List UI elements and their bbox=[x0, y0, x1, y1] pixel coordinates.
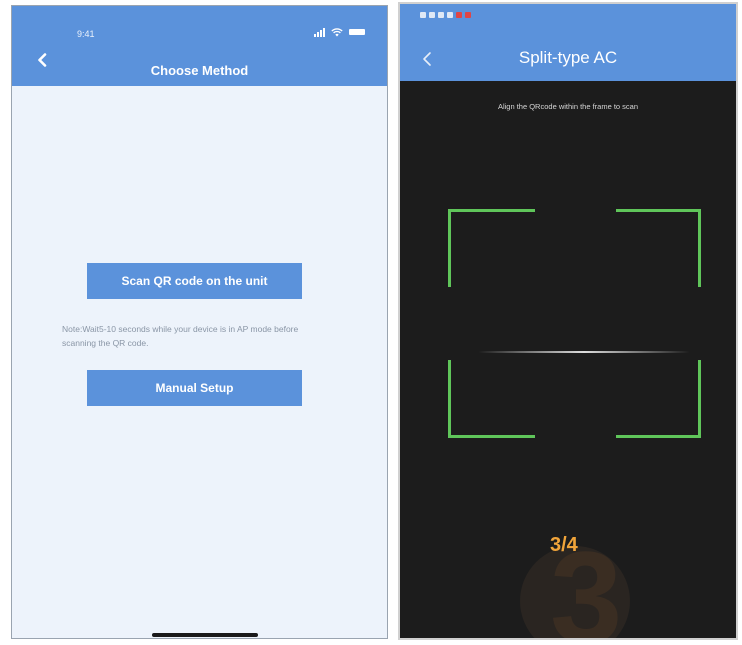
scan-instruction: Align the QRcode within the frame to sca… bbox=[497, 102, 639, 111]
scan-frame-corner-top-right bbox=[616, 209, 701, 287]
manual-setup-button[interactable]: Manual Setup bbox=[87, 370, 302, 406]
choose-method-screen: 9:41 Choose Method Scan QR code on the u… bbox=[11, 5, 388, 639]
wifi-icon bbox=[331, 27, 343, 36]
qr-scan-screen: Split-type AC Align the QRcode within th… bbox=[398, 2, 738, 640]
signal-icon bbox=[314, 27, 325, 37]
status-icons bbox=[314, 26, 365, 38]
status-bar bbox=[400, 4, 736, 30]
battery-icon bbox=[349, 29, 365, 35]
scan-frame-corner-bottom-left bbox=[448, 360, 535, 438]
app-header: 9:41 Choose Method bbox=[12, 6, 387, 86]
scan-frame-corner-bottom-right bbox=[616, 360, 701, 438]
scan-frame-corner-top-left bbox=[448, 209, 535, 287]
step-counter: 3/4 bbox=[550, 534, 578, 556]
home-indicator[interactable] bbox=[152, 633, 258, 637]
note-text: Note:Wait5-10 seconds while your device … bbox=[62, 324, 299, 348]
scan-line bbox=[478, 351, 690, 353]
status-time: 9:41 bbox=[77, 29, 95, 39]
notification-icons bbox=[420, 12, 471, 18]
app-header: Split-type AC bbox=[400, 4, 736, 81]
page-title: Choose Method bbox=[150, 63, 249, 78]
scan-qr-button[interactable]: Scan QR code on the unit bbox=[87, 263, 302, 299]
page-title: Split-type AC bbox=[518, 48, 618, 67]
